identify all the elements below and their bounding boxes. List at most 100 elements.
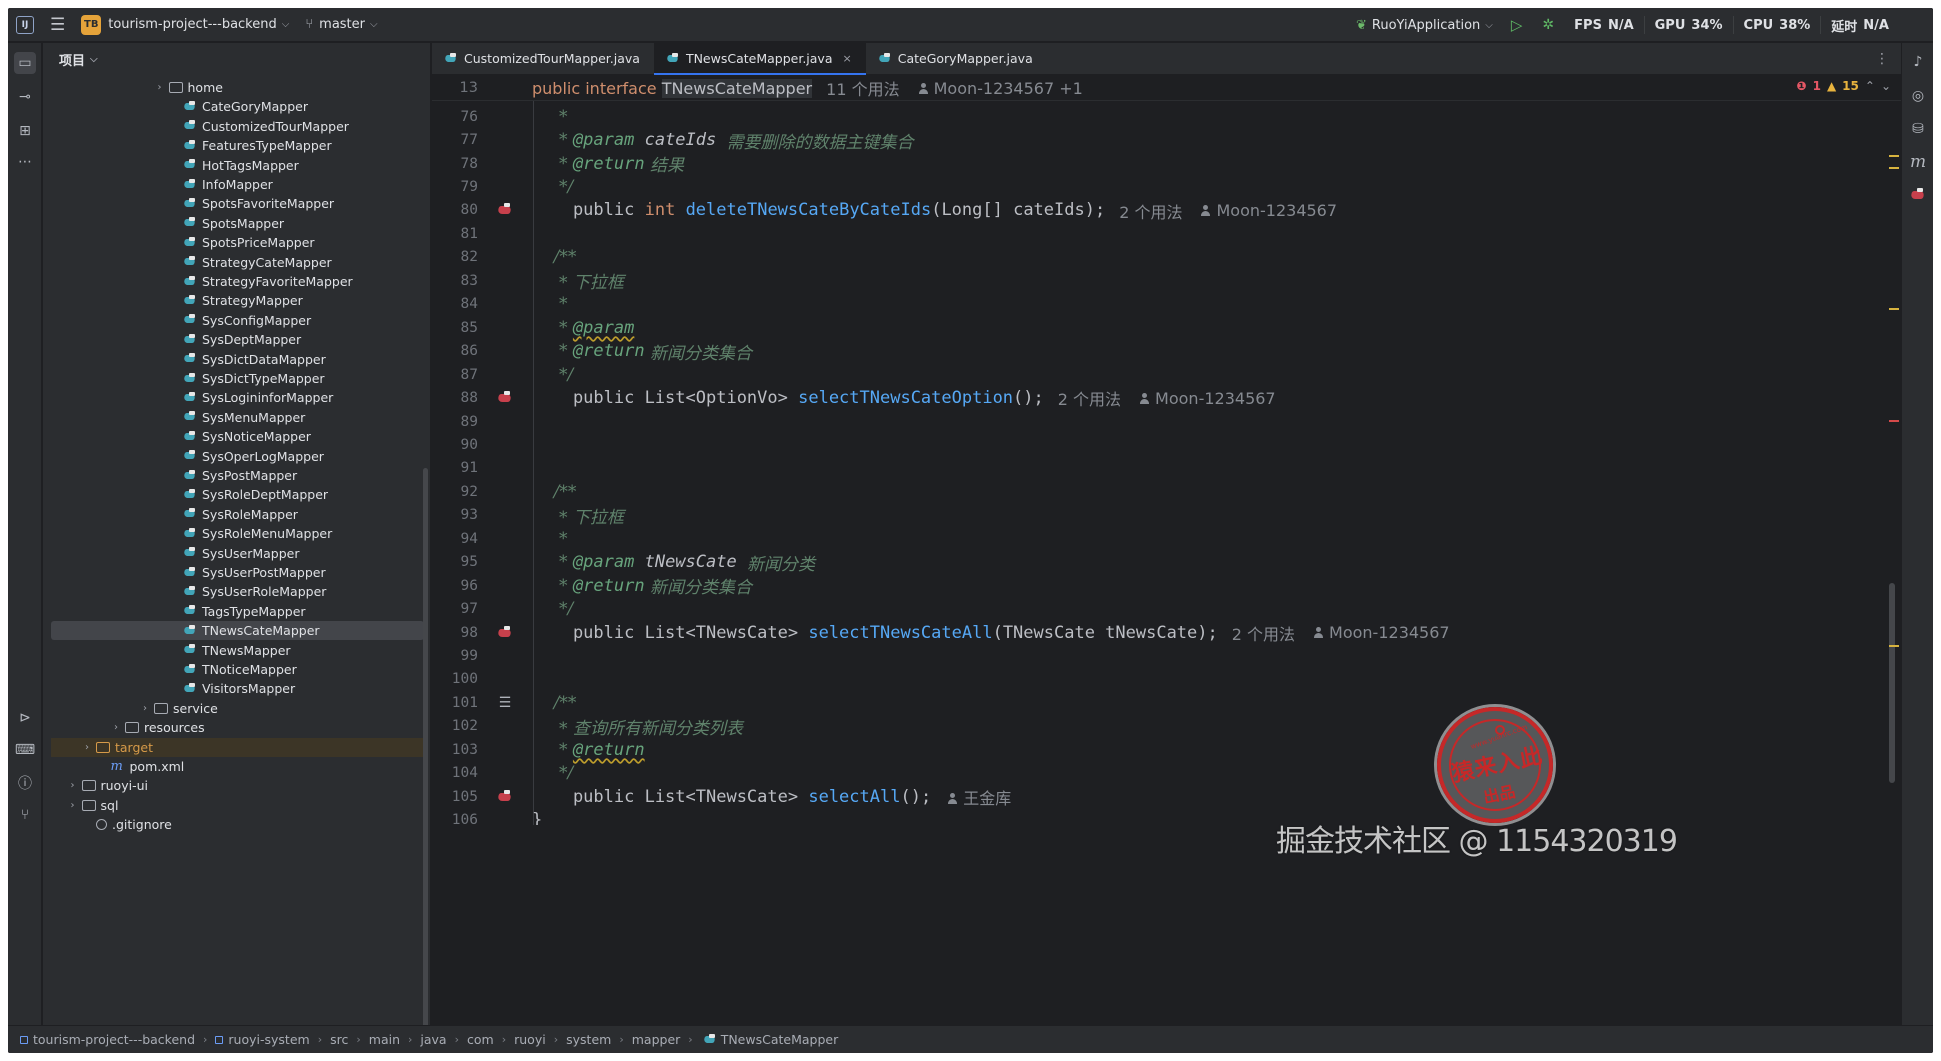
- maven-icon[interactable]: m: [1907, 151, 1929, 173]
- tree-item-visitorsmapper[interactable]: VisitorsMapper: [51, 679, 424, 698]
- breadcrumb-tnewscatemapper[interactable]: TNewsCateMapper: [701, 1032, 838, 1047]
- tree-item-sysdictdatamapper[interactable]: SysDictDataMapper: [51, 350, 424, 369]
- tree-item-spotspricemapper[interactable]: SpotsPriceMapper: [51, 233, 424, 252]
- tree-item-target[interactable]: › target: [51, 737, 424, 757]
- git-tool-icon[interactable]: ⑂: [14, 804, 36, 826]
- mybatis-navigate-icon[interactable]: [498, 391, 512, 403]
- breadcrumb-mapper[interactable]: mapper: [632, 1032, 681, 1047]
- tree-item-sysoperlogmapper[interactable]: SysOperLogMapper: [51, 447, 424, 466]
- breadcrumb-system[interactable]: system: [566, 1032, 611, 1047]
- tree-item-spotsfavoritemapper[interactable]: SpotsFavoriteMapper: [51, 194, 424, 213]
- usages-hint[interactable]: 2 个用法: [1232, 621, 1295, 645]
- project-panel-header[interactable]: 项目 ⌵: [43, 43, 430, 75]
- warning-mark[interactable]: [1889, 645, 1899, 647]
- tree-item-sysdeptmapper[interactable]: SysDeptMapper: [51, 330, 424, 349]
- database-icon[interactable]: ⛁: [1907, 118, 1929, 140]
- tree-item-home[interactable]: › home: [51, 78, 424, 97]
- commit-tool-icon[interactable]: ⊸: [14, 86, 36, 108]
- tree-item-strategymapper[interactable]: StrategyMapper: [51, 291, 424, 310]
- tree-item-syslogininformapper[interactable]: SysLogininforMapper: [51, 388, 424, 407]
- tree-item-hottagsmapper[interactable]: HotTagsMapper: [51, 156, 424, 175]
- problems-tool-icon[interactable]: ⓘ: [14, 772, 36, 794]
- editor-scrollbar[interactable]: [1889, 583, 1895, 783]
- chevron-right-icon[interactable]: ›: [153, 82, 167, 93]
- chevron-right-icon[interactable]: ›: [109, 722, 123, 733]
- chevron-right-icon[interactable]: ›: [80, 742, 94, 753]
- breadcrumb-ruoyi[interactable]: ruoyi: [514, 1032, 546, 1047]
- tree-item-spotsmapper[interactable]: SpotsMapper: [51, 214, 424, 233]
- project-tool-icon[interactable]: ▭: [14, 52, 36, 74]
- run-icon[interactable]: ▷: [1501, 16, 1533, 34]
- tree-item-sysrolemapper[interactable]: SysRoleMapper: [51, 505, 424, 524]
- tree-item-syspostmapper[interactable]: SysPostMapper: [51, 466, 424, 485]
- warning-mark[interactable]: [1889, 155, 1899, 157]
- tree-item-strategyfavoritemapper[interactable]: StrategyFavoriteMapper: [51, 272, 424, 291]
- chevron-right-icon[interactable]: ›: [66, 800, 80, 811]
- mybatis-icon[interactable]: [1907, 184, 1929, 206]
- tree-item-sql[interactable]: › sql: [51, 796, 424, 815]
- breadcrumb-main[interactable]: main: [369, 1032, 400, 1047]
- chevron-right-icon[interactable]: ›: [66, 780, 80, 791]
- breadcrumb-ruoyi-system[interactable]: ruoyi-system: [215, 1032, 310, 1047]
- tree-item-ruoyi-ui[interactable]: › ruoyi-ui: [51, 776, 424, 795]
- error-mark[interactable]: [1889, 420, 1899, 422]
- tree-item-service[interactable]: › service: [51, 699, 424, 718]
- usages-hint[interactable]: 2 个用法: [1119, 199, 1182, 223]
- debug-icon[interactable]: ✲: [1532, 17, 1564, 33]
- services-tool-icon[interactable]: ⊳: [14, 707, 36, 729]
- tree-item-sysuserpostmapper[interactable]: SysUserPostMapper: [51, 563, 424, 582]
- more-tools-icon[interactable]: ⋯: [14, 151, 36, 173]
- author-hint[interactable]: Moon-1234567: [1200, 201, 1337, 220]
- tree-item-categorymapper[interactable]: CateGoryMapper: [51, 97, 424, 116]
- author-hint[interactable]: Moon-1234567: [1139, 389, 1276, 408]
- code-area[interactable]: 76 * 77 * @param cateIds 需要删除的数据主键集合 78 * …: [432, 75, 1901, 825]
- app-menu[interactable]: IJ: [8, 8, 42, 42]
- tree-item-pom-xml[interactable]: m pom.xml: [51, 757, 424, 776]
- doc-render-icon[interactable]: ☰: [499, 695, 512, 711]
- inspection-widget[interactable]: ❶1 ▲ 15 ⌃ ⌄: [1796, 79, 1891, 93]
- chevron-up-icon[interactable]: ⌃: [1865, 79, 1875, 93]
- sticky-header[interactable]: 13 public interface TNewsCateMapper 11 个…: [432, 75, 1901, 101]
- warning-mark[interactable]: [1889, 167, 1899, 169]
- tree-item-sysmenumapper[interactable]: SysMenuMapper: [51, 408, 424, 427]
- tab-categorymapper[interactable]: CateGoryMapper.java: [866, 43, 1047, 75]
- project-scrollbar[interactable]: [423, 468, 428, 1025]
- tree-item-tnoticemapper[interactable]: TNoticeMapper: [51, 660, 424, 679]
- mybatis-navigate-icon[interactable]: [498, 203, 512, 215]
- tree-item-sysconfigmapper[interactable]: SysConfigMapper: [51, 311, 424, 330]
- close-icon[interactable]: ×: [843, 52, 852, 65]
- breadcrumb-tourism-project-backend[interactable]: tourism-project---backend: [20, 1032, 195, 1047]
- tree-item-tnewscatemapper[interactable]: TNewsCateMapper: [51, 621, 424, 641]
- tree-item-resources[interactable]: › resources: [51, 718, 424, 737]
- ai-assistant-icon[interactable]: ◎: [1907, 85, 1929, 107]
- tree-item-sysnoticemapper[interactable]: SysNoticeMapper: [51, 427, 424, 446]
- vcs-branch-switcher[interactable]: ⑂ master ⌵: [297, 8, 385, 42]
- author-hint[interactable]: 王金库: [947, 785, 1011, 809]
- tree-item-tagstypemapper[interactable]: TagsTypeMapper: [51, 602, 424, 621]
- tree-item-sysroledeptmapper[interactable]: SysRoleDeptMapper: [51, 485, 424, 504]
- mybatis-navigate-icon[interactable]: [498, 625, 512, 638]
- project-switcher[interactable]: TB tourism-project---backend ⌵: [73, 8, 297, 42]
- author-hint[interactable]: Moon-1234567 +1: [918, 79, 1083, 98]
- run-config-selector[interactable]: ❦ RuoYiApplication ⌵: [1348, 8, 1501, 42]
- author-hint[interactable]: Moon-1234567: [1313, 623, 1450, 642]
- tree-item-sysrolemenumapper[interactable]: SysRoleMenuMapper: [51, 524, 424, 543]
- breadcrumb-java[interactable]: java: [420, 1032, 446, 1047]
- tree-item-strategycatemapper[interactable]: StrategyCateMapper: [51, 253, 424, 272]
- tree-item-featurestypemapper[interactable]: FeaturesTypeMapper: [51, 136, 424, 155]
- structure-tool-icon[interactable]: ⊞: [14, 120, 36, 142]
- breadcrumb-com[interactable]: com: [467, 1032, 494, 1047]
- mybatis-navigate-icon[interactable]: [498, 789, 512, 802]
- tree-item-tnewsmapper[interactable]: TNewsMapper: [51, 641, 424, 660]
- tree-item-sysuserrolemapper[interactable]: SysUserRoleMapper: [51, 582, 424, 601]
- tree-item-sysdicttypemapper[interactable]: SysDictTypeMapper: [51, 369, 424, 388]
- tree-item-infomapper[interactable]: InfoMapper: [51, 175, 424, 194]
- notifications-icon[interactable]: ♪: [1907, 51, 1929, 73]
- warning-mark[interactable]: [1889, 308, 1899, 310]
- chevron-down-icon[interactable]: ⌄: [1881, 79, 1891, 93]
- breadcrumb-src[interactable]: src: [330, 1032, 348, 1047]
- tab-customizedtourmapper[interactable]: CustomizedTourMapper.java: [432, 43, 654, 75]
- tree-item--gitignore[interactable]: .gitignore: [51, 815, 424, 834]
- more-icon[interactable]: ⋮: [1875, 51, 1889, 67]
- terminal-tool-icon[interactable]: ⌨: [14, 739, 36, 761]
